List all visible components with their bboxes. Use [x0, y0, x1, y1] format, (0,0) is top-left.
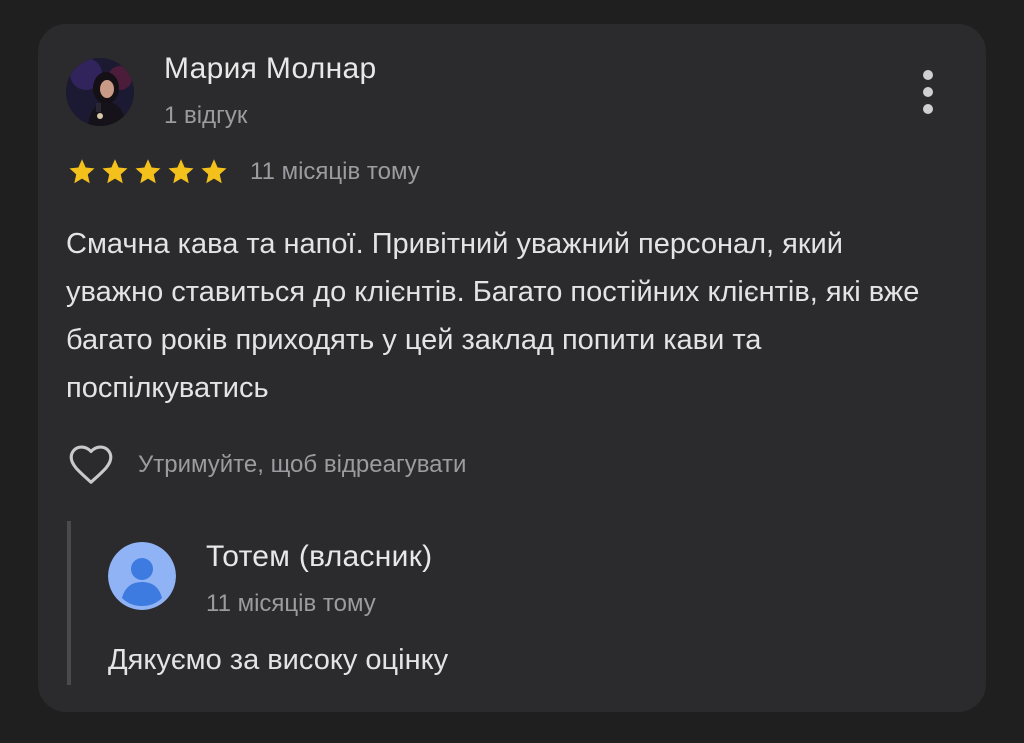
- more-options-button[interactable]: [914, 68, 942, 116]
- author-avatar[interactable]: [66, 58, 134, 126]
- owner-avatar[interactable]: [108, 542, 176, 610]
- review-card: Мария Молнар 1 відгук 11 місяців тому См…: [38, 24, 986, 712]
- star-rating: [66, 157, 230, 187]
- owner-reply-text: Дякуємо за високу оцінку: [108, 644, 449, 676]
- star-icon: [201, 159, 227, 184]
- star-icon: [69, 159, 95, 184]
- author-photo: [66, 58, 134, 126]
- more-vertical-icon: [923, 70, 933, 80]
- star-icon: [102, 159, 128, 184]
- author-name[interactable]: Мария Молнар: [164, 52, 376, 86]
- star-icon: [168, 159, 194, 184]
- heart-outline-icon: [69, 445, 113, 484]
- author-review-count: 1 відгук: [164, 102, 248, 129]
- review-text: Смачна кава та напої. Привітний уважний …: [66, 228, 920, 404]
- default-person-icon: [108, 542, 176, 610]
- star-icon: [135, 159, 161, 184]
- reply-divider: [67, 521, 71, 685]
- owner-name[interactable]: Тотем (власник): [206, 540, 432, 574]
- react-hint: Утримуйте, щоб відреагувати: [138, 451, 467, 478]
- owner-reply-time: 11 місяців тому: [206, 590, 376, 617]
- react-button[interactable]: [66, 440, 116, 490]
- review-time: 11 місяців тому: [250, 158, 420, 185]
